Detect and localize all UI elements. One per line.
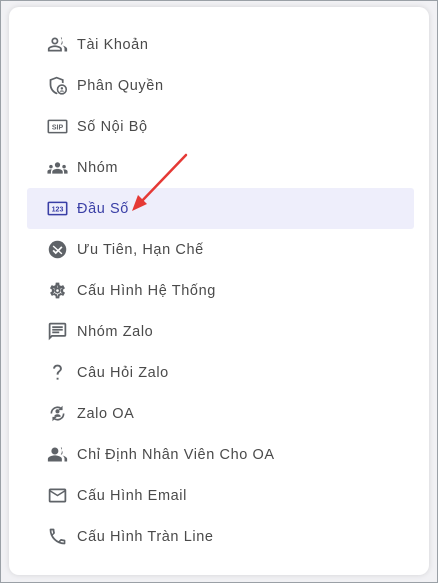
menu-item-cau-hoi-zalo[interactable]: Câu Hỏi Zalo bbox=[27, 352, 414, 393]
menu-item-label: Tài Khoản bbox=[77, 36, 149, 53]
menu-item-cau-hinh-tran-line[interactable]: Cấu Hình Tràn Line bbox=[27, 516, 414, 557]
window-frame: Tài Khoản Phân Quyền SIP Số Nội Bộ Nhóm bbox=[0, 0, 438, 583]
menu-item-nhom-zalo[interactable]: Nhóm Zalo bbox=[27, 311, 414, 352]
question-icon bbox=[46, 362, 68, 384]
users-icon bbox=[46, 444, 68, 466]
group-icon bbox=[46, 157, 68, 179]
menu-item-label: Phân Quyền bbox=[77, 77, 164, 94]
menu-item-chi-dinh-nhan-vien[interactable]: Chỉ Định Nhân Viên Cho OA bbox=[27, 434, 414, 475]
menu-item-label: Câu Hỏi Zalo bbox=[77, 364, 169, 381]
menu-item-label: Chỉ Định Nhân Viên Cho OA bbox=[77, 446, 275, 463]
menu-item-nhom[interactable]: Nhóm bbox=[27, 147, 414, 188]
person-sync-icon bbox=[46, 403, 68, 425]
svg-text:SIP: SIP bbox=[51, 124, 63, 131]
menu-item-label: Số Nội Bộ bbox=[77, 118, 148, 135]
menu-item-label: Ưu Tiên, Hạn Chế bbox=[77, 241, 204, 258]
mail-icon bbox=[46, 485, 68, 507]
menu-item-dau-so[interactable]: 123 Đầu Số bbox=[27, 188, 414, 229]
chat-icon bbox=[46, 321, 68, 343]
menu-item-label: Cấu Hình Hệ Thống bbox=[77, 282, 216, 299]
svg-text:123: 123 bbox=[51, 206, 63, 213]
menu-item-label: Cấu Hình Email bbox=[77, 487, 187, 504]
menu-item-label: Nhóm Zalo bbox=[77, 323, 154, 340]
menu-item-label: Zalo OA bbox=[77, 405, 135, 422]
numbers-123-icon: 123 bbox=[46, 198, 68, 220]
phone-icon bbox=[46, 526, 68, 548]
menu-item-label: Nhóm bbox=[77, 159, 119, 176]
menu-item-uu-tien-han-che[interactable]: Ưu Tiên, Hạn Chế bbox=[27, 229, 414, 270]
menu-item-zalo-oa[interactable]: Zalo OA bbox=[27, 393, 414, 434]
menu-item-label: Cấu Hình Tràn Line bbox=[77, 528, 214, 545]
users-icon bbox=[46, 34, 68, 56]
menu-item-phan-quyen[interactable]: Phân Quyền bbox=[27, 65, 414, 106]
shield-user-icon bbox=[46, 75, 68, 97]
settings-menu-panel: Tài Khoản Phân Quyền SIP Số Nội Bộ Nhóm bbox=[9, 7, 429, 575]
gear-icon bbox=[46, 280, 68, 302]
menu-item-label: Đầu Số bbox=[77, 200, 129, 217]
menu-item-cau-hinh-email[interactable]: Cấu Hình Email bbox=[27, 475, 414, 516]
menu-item-tai-khoan[interactable]: Tài Khoản bbox=[27, 24, 414, 65]
priority-icon bbox=[46, 239, 68, 261]
settings-menu: Tài Khoản Phân Quyền SIP Số Nội Bộ Nhóm bbox=[27, 24, 414, 557]
sip-icon: SIP bbox=[46, 116, 68, 138]
menu-item-so-noi-bo[interactable]: SIP Số Nội Bộ bbox=[27, 106, 414, 147]
menu-item-cau-hinh-he-thong[interactable]: Cấu Hình Hệ Thống bbox=[27, 270, 414, 311]
